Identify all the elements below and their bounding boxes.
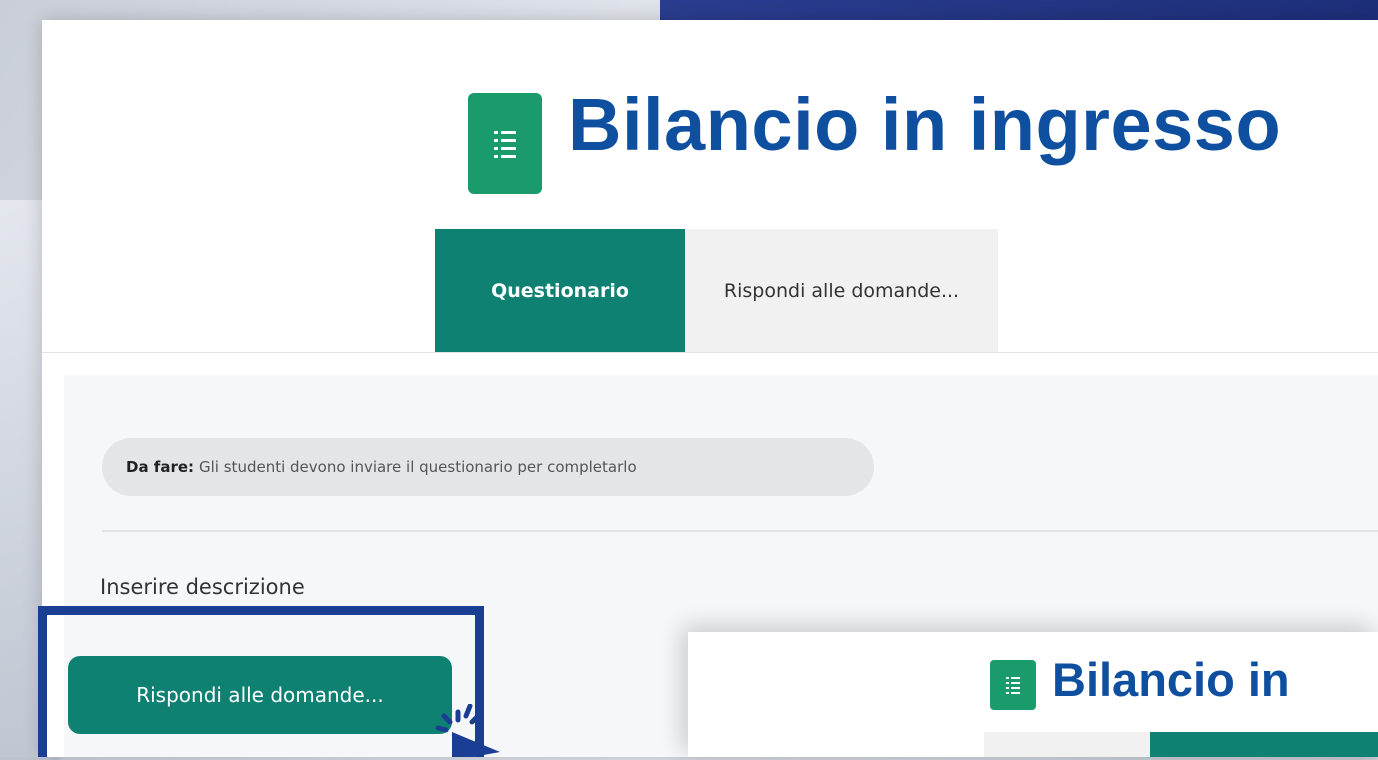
overlay-tab-active xyxy=(1150,732,1378,757)
questionnaire-list-icon xyxy=(990,660,1036,710)
overlay-page-title: Bilancio in xyxy=(1052,653,1290,706)
answer-questions-button[interactable]: Rispondi alle domande... xyxy=(68,656,452,734)
completion-text: Gli studenti devono inviare il questiona… xyxy=(199,458,637,476)
activity-description: Inserire descrizione xyxy=(100,575,305,599)
click-cursor-icon xyxy=(435,704,500,757)
tab-label: Questionario xyxy=(491,279,629,302)
list-glyph-icon xyxy=(494,130,516,158)
button-label: Rispondi alle domande... xyxy=(136,683,384,707)
questionnaire-list-icon xyxy=(468,93,542,194)
completion-requirement-badge: Da fare: Gli studenti devono inviare il … xyxy=(102,438,874,496)
page-title: Bilancio in ingresso xyxy=(568,83,1282,166)
content-divider xyxy=(102,530,1378,532)
page-header: Bilancio in ingresso Questionario Rispon… xyxy=(42,20,1378,352)
completion-label: Da fare: xyxy=(126,458,195,476)
tab-label: Rispondi alle domande... xyxy=(723,279,960,302)
tab-rispondi-alle-domande[interactable]: Rispondi alle domande... xyxy=(685,229,998,352)
top-decorative-band xyxy=(660,0,1378,22)
overlay-screenshot-panel: Bilancio in xyxy=(688,632,1378,757)
tab-questionario[interactable]: Questionario xyxy=(435,229,685,352)
list-glyph-icon xyxy=(1006,677,1020,694)
